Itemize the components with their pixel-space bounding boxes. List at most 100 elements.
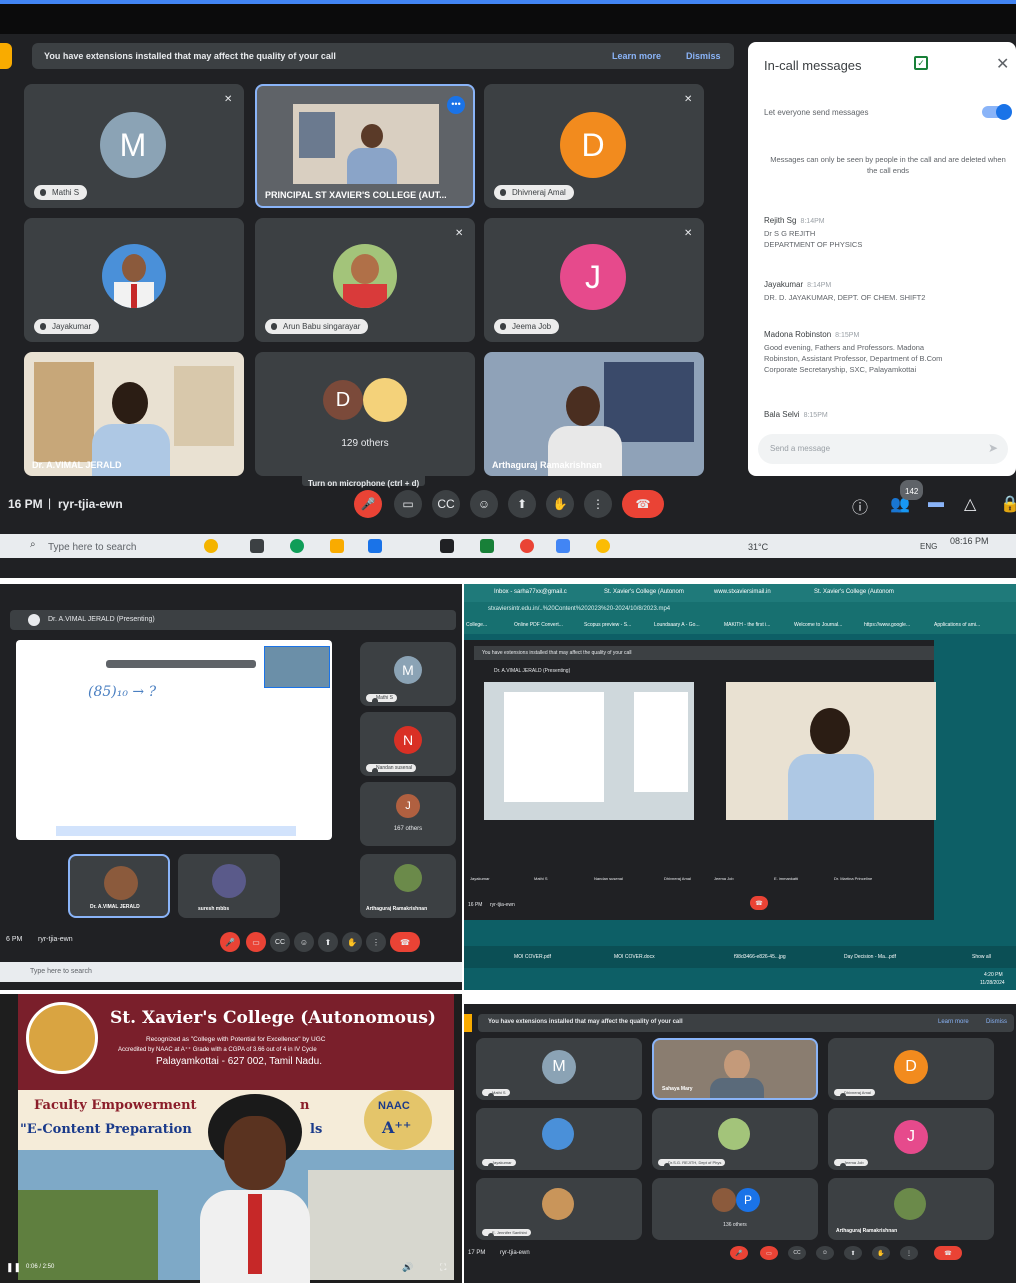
more-options-button[interactable]: ⋮	[366, 932, 386, 952]
bookmark[interactable]: https://www.google...	[864, 622, 910, 628]
present-button[interactable]: ⬆	[318, 932, 338, 952]
raise-hand-button[interactable]: ✋	[546, 490, 574, 518]
emoji-button[interactable]: ☺	[470, 490, 498, 518]
participant-tile[interactable]: Jayakumar	[24, 218, 244, 342]
more-options-button[interactable]: ⋮	[900, 1246, 918, 1260]
close-icon[interactable]: ✕	[996, 54, 1009, 74]
leave-call-button[interactable]: ☎	[390, 932, 420, 952]
participant-tile[interactable]: Arthaguraj Ramakrishnan	[360, 854, 456, 918]
messages-toggle[interactable]	[982, 104, 1012, 120]
bookmark[interactable]: Applications of ami...	[934, 622, 980, 628]
captions-button[interactable]: CC	[432, 490, 460, 518]
browser-tab[interactable]: www.stxaviersimail.in	[714, 589, 771, 595]
camera-toggle-button[interactable]: ▭	[394, 490, 422, 518]
language: ENG	[920, 542, 938, 551]
participant-tile[interactable]: Jayakumar	[476, 1108, 642, 1170]
present-button[interactable]: ⬆	[844, 1246, 862, 1260]
others-tile[interactable]: J 167 others	[360, 782, 456, 846]
mic-toggle-button[interactable]: 🎤	[730, 1246, 748, 1260]
participant-name: Jayakumar	[482, 1159, 516, 1170]
mic-toggle-button[interactable]: 🎤	[220, 932, 240, 952]
browser-tab[interactable]: St. Xavier's College (Autonom	[814, 589, 894, 595]
participant-tile[interactable]: J ✕ Jeema Job	[484, 218, 704, 342]
others-tile[interactable]: P 136 others	[652, 1178, 818, 1240]
present-button[interactable]: ⬆	[508, 490, 536, 518]
learn-more-link[interactable]: Learn more	[612, 51, 661, 61]
bookmark[interactable]: College...	[466, 622, 487, 628]
participant-tile-principal[interactable]: ••• PRINCIPAL ST XAVIER'S COLLEGE (AUT..…	[255, 84, 475, 208]
taskbar-search[interactable]: Type here to search	[48, 542, 136, 553]
participant-tile[interactable]: Sahaya Mary	[652, 1038, 818, 1100]
more-options-icon[interactable]: •••	[447, 96, 465, 114]
participant-tile[interactable]: M Mathi S	[476, 1038, 642, 1100]
camera-toggle-button[interactable]: ▭	[760, 1246, 778, 1260]
more-options-button[interactable]: ⋮	[584, 490, 612, 518]
send-icon[interactable]: ➤	[988, 441, 998, 455]
edge-icon[interactable]	[290, 539, 304, 553]
download-item[interactable]: f98d3466-e826-45...jpg	[734, 954, 786, 960]
profile-photo	[212, 864, 246, 898]
participant-tile[interactable]: D ✕ Dhivneraj Amal	[484, 84, 704, 208]
info-icon[interactable]: ⓘ	[852, 494, 868, 518]
folder-icon[interactable]	[330, 539, 344, 553]
participant-tile-video[interactable]: Arthaguraj Ramakrishnan	[484, 352, 704, 476]
participant-tile[interactable]: E. Jennifer Santhini	[476, 1178, 642, 1240]
leave-call-button[interactable]: ☎	[750, 896, 768, 910]
captions-button[interactable]: CC	[270, 932, 290, 952]
emoji-button[interactable]: ☺	[816, 1246, 834, 1260]
volume-icon[interactable]: 🔊	[402, 1262, 413, 1273]
message-input[interactable]: Send a message ➤	[758, 434, 1008, 464]
lock-icon[interactable]: 🔒	[1000, 494, 1016, 514]
dismiss-link[interactable]: Dismiss	[686, 51, 721, 61]
learn-more-link[interactable]: Learn more	[938, 1019, 969, 1025]
show-all-button[interactable]: Show all	[972, 954, 991, 960]
browser-tab[interactable]: Inbox - sarha77xx@gmail.c	[494, 589, 567, 595]
leave-call-button[interactable]: ☎	[622, 490, 664, 518]
taskbar-search[interactable]: Type here to search	[30, 968, 92, 975]
participant-tile[interactable]: ✕ Arun Babu singarayar	[255, 218, 475, 342]
participant-tile[interactable]: D Dhivneraj Amal	[828, 1038, 994, 1100]
bookmark[interactable]: Scopus preview - S...	[584, 622, 631, 628]
play-pause-icon[interactable]: ❚❚	[6, 1262, 21, 1273]
download-item[interactable]: MOI COVER.pdf	[514, 954, 551, 960]
browser-tab[interactable]: St. Xavier's College (Autonom	[604, 589, 684, 595]
bookmark[interactable]: Welcome to Journal...	[794, 622, 842, 628]
participant-tile[interactable]: N Nandan susenal	[360, 712, 456, 776]
mic-toggle-button[interactable]: 🎤	[354, 490, 382, 518]
chrome-icon[interactable]	[596, 539, 610, 553]
taskview-icon[interactable]	[250, 539, 264, 553]
bookmark[interactable]: Online PDF Convert...	[514, 622, 563, 628]
participant-tile[interactable]: Arthaguraj Ramakrishnan	[828, 1178, 994, 1240]
chrome-icon[interactable]	[520, 539, 534, 553]
raise-hand-button[interactable]: ✋	[872, 1246, 890, 1260]
download-item[interactable]: Day Decision - Ma...pdf	[844, 954, 896, 960]
search-icon[interactable]: ⌕	[30, 539, 36, 550]
checklist-icon[interactable]: ✓	[914, 56, 928, 70]
participant-tile[interactable]: suresh mbbs	[178, 854, 280, 918]
app-icon[interactable]	[480, 539, 494, 553]
bookmark[interactable]: Loundsaary A - Go...	[654, 622, 700, 628]
captions-button[interactable]: CC	[788, 1246, 806, 1260]
participant-tile[interactable]: M Mathi S	[360, 642, 456, 706]
participant-tile[interactable]: Dr. A.VIMAL JERALD	[68, 854, 170, 918]
url-text[interactable]: stxaviersintr.edu.in/..%20Content%202023…	[488, 606, 670, 612]
raise-hand-button[interactable]: ✋	[342, 932, 362, 952]
fullscreen-icon[interactable]: ⛶	[440, 1262, 446, 1273]
activities-icon[interactable]: △	[964, 494, 976, 514]
others-tile[interactable]: D 129 others	[255, 352, 475, 476]
participant-tile[interactable]: Dr.S.G. REJITH, Dept of Phys	[652, 1108, 818, 1170]
camera-toggle-button[interactable]: ▭	[246, 932, 266, 952]
app-icon[interactable]	[556, 539, 570, 553]
emoji-button[interactable]: ☺	[294, 932, 314, 952]
bookmark[interactable]: MAKITH - the first i...	[724, 622, 770, 628]
participant-tile-video[interactable]: Dr. A.VIMAL JERALD	[24, 352, 244, 476]
participant-tile[interactable]: J Jeema Job	[828, 1108, 994, 1170]
participant-tile[interactable]: M ✕ Mathi S	[24, 84, 244, 208]
chat-icon[interactable]: ▬	[928, 494, 944, 512]
dismiss-link[interactable]: Dismiss	[986, 1019, 1007, 1025]
address-bar[interactable]: stxaviersintr.edu.in/..%20Content%202023…	[464, 602, 1016, 618]
leave-call-button[interactable]: ☎	[934, 1246, 962, 1260]
download-item[interactable]: MOI COVER.docx	[614, 954, 655, 960]
store-icon[interactable]	[368, 539, 382, 553]
app-icon[interactable]	[440, 539, 454, 553]
